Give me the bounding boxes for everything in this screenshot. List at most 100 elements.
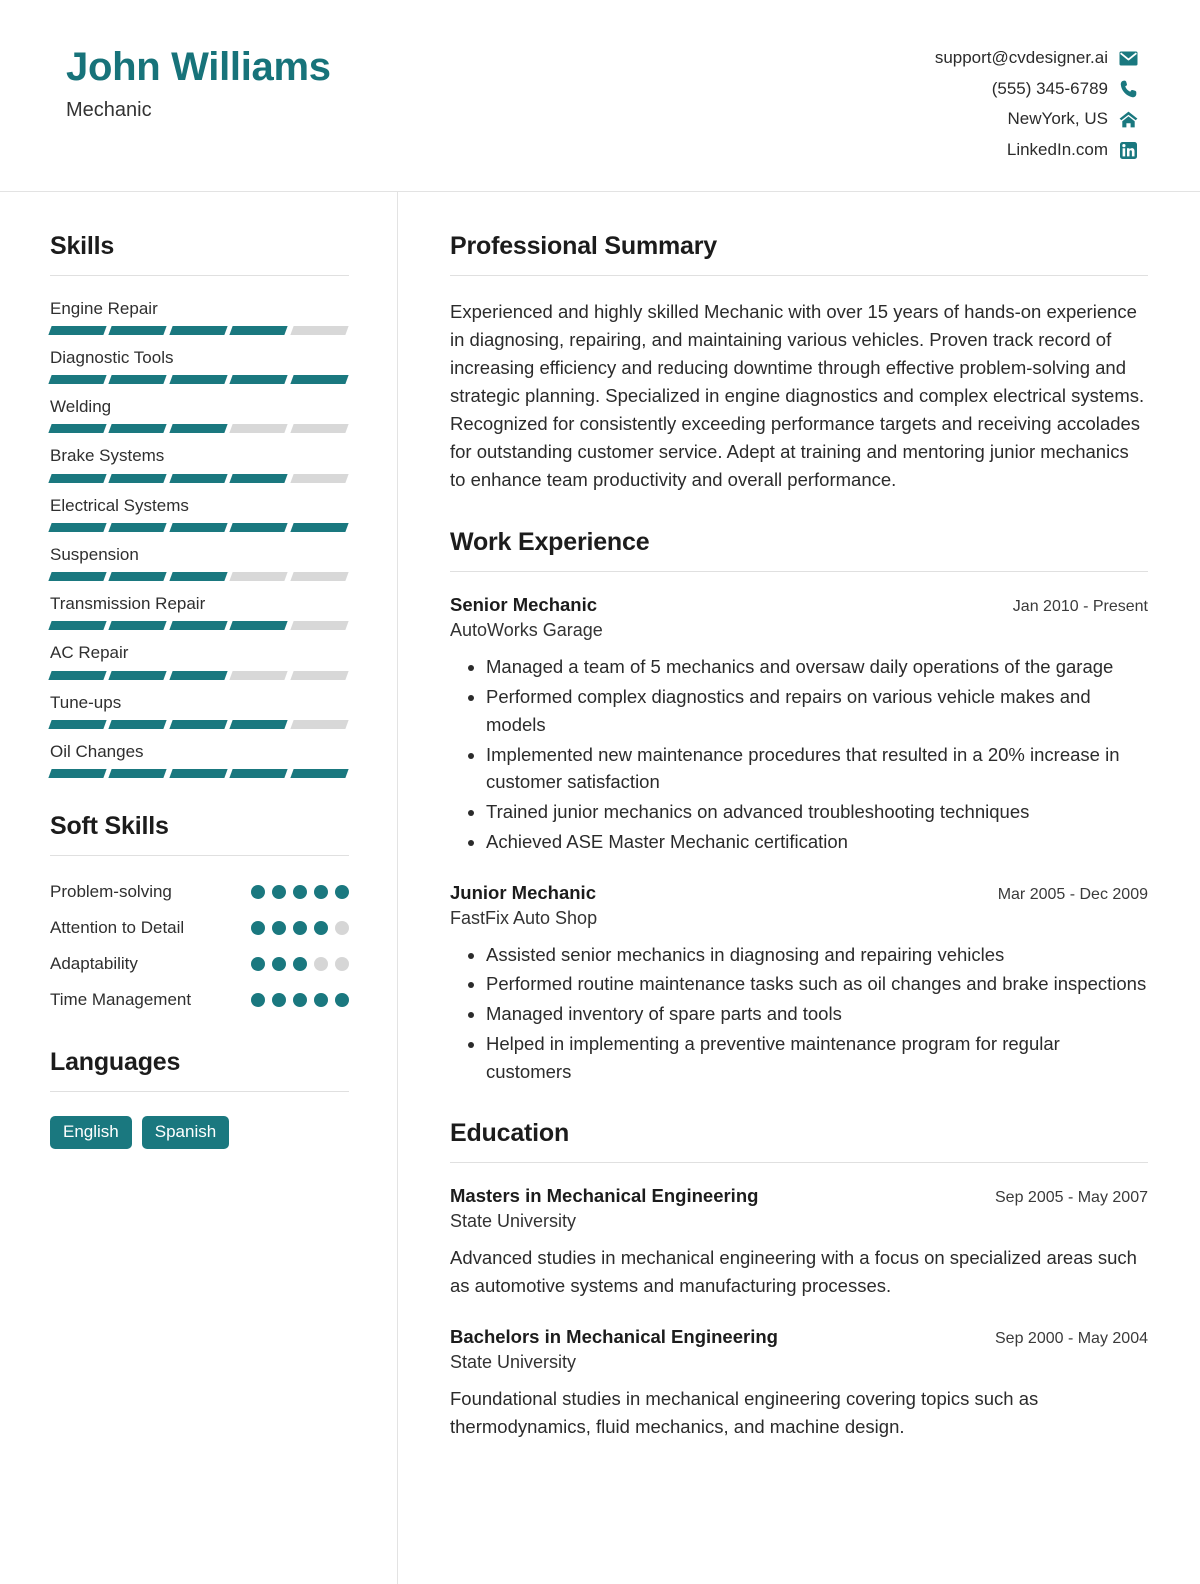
skill-level-bar — [48, 572, 349, 582]
skill-level-segment — [169, 769, 228, 779]
experience-bullet: Assisted senior mechanics in diagnosing … — [486, 941, 1148, 969]
experience-company: AutoWorks Garage — [450, 620, 603, 641]
rating-dot — [272, 885, 286, 900]
contact-location: NewYork, US — [1008, 107, 1138, 132]
rating-dot — [314, 993, 328, 1008]
section-education: Education Masters in Mechanical Engineer… — [450, 1119, 1148, 1440]
education-description: Foundational studies in mechanical engin… — [450, 1387, 1039, 1437]
rating-dot — [335, 885, 349, 900]
soft-skill-label: Adaptability — [50, 954, 138, 974]
skill-level-segment — [169, 522, 228, 532]
skill-item: Transmission Repair — [48, 593, 349, 631]
skill-level-segment — [108, 621, 168, 631]
rating-dot — [314, 957, 328, 972]
section-skills: Skills Engine Repair Diagnostic Tools Weld… — [48, 231, 349, 779]
skill-level-segment — [289, 670, 349, 680]
education-entry: Bachelors in Mechanical Engineering Sep 2… — [450, 1326, 1148, 1441]
skill-level-segment — [169, 572, 228, 582]
resume-header: John Williams Mechanic support@cvdesigne… — [0, 0, 1200, 192]
experience-bullet: Helped in implementing a preventive main… — [486, 1030, 1148, 1086]
section-divider — [450, 571, 1148, 573]
skill-item: Brake Systems — [48, 445, 349, 483]
experience-bullet: Implemented new maintenance procedures t… — [486, 741, 1148, 797]
skill-level-segment — [169, 719, 228, 729]
section-divider — [450, 274, 1148, 276]
skill-level-segment — [229, 572, 289, 582]
skill-item: Engine Repair — [48, 298, 349, 335]
experience-entry-header: Junior Mechanic Mar 2005 - Dec 2009 — [450, 882, 1148, 904]
skill-level-segment — [289, 375, 349, 385]
skill-level-bar — [48, 325, 349, 335]
experience-date-range: Jan 2010 - Present — [1012, 598, 1148, 616]
section-divider — [50, 855, 349, 857]
section-skills-title: Skills — [50, 231, 115, 260]
contact-email[interactable]: support@cvdesigner.ai — [935, 46, 1138, 71]
skill-level-segment — [169, 375, 228, 385]
soft-skill-item: Time Management — [50, 986, 349, 1014]
candidate-name: John Williams — [66, 45, 331, 89]
education-degree: Masters in Mechanical Engineering — [450, 1185, 759, 1207]
experience-entry-header: Senior Mechanic Jan 2010 - Present — [450, 594, 1148, 616]
education-description: Advanced studies in mechanical engineeri… — [450, 1247, 1137, 1297]
experience-bullet: Managed inventory of spare parts and too… — [486, 1000, 1148, 1028]
experience-bullet: Performed routine maintenance tasks such… — [486, 970, 1148, 998]
soft-skill-rating — [251, 914, 349, 936]
skill-item: Suspension — [48, 544, 349, 582]
skill-level-segment — [289, 522, 349, 532]
skill-level-segment — [169, 424, 228, 434]
skill-level-segment — [108, 424, 168, 434]
skill-level-segment — [169, 325, 228, 335]
rating-dot — [272, 993, 286, 1008]
contact-list: support@cvdesigner.ai (555) 345-6789 New… — [935, 40, 1138, 163]
rating-dot — [335, 993, 349, 1008]
section-soft-skills: Soft Skills Problem-solving Attention to … — [50, 812, 349, 1014]
education-entry-header: Bachelors in Mechanical Engineering Sep 2… — [450, 1326, 1148, 1348]
contact-linkedin[interactable]: LinkedIn.com — [1007, 138, 1138, 163]
education-date-range: Sep 2005 - May 2007 — [995, 1189, 1148, 1207]
skill-level-segment — [108, 769, 168, 779]
skill-level-segment — [289, 473, 349, 483]
skill-level-segment — [169, 670, 228, 680]
rating-dot — [293, 921, 307, 936]
section-professional-summary: Professional Summary Experienced and hig… — [450, 232, 1148, 495]
experience-bullet: Trained junior mechanics on advanced tro… — [486, 798, 1148, 826]
skill-level-bar — [48, 424, 349, 434]
skill-level-bar — [48, 621, 349, 631]
skill-level-segment — [48, 424, 108, 434]
soft-skill-label: Attention to Detail — [50, 918, 185, 938]
education-entry-header: Masters in Mechanical Engineering Sep 200… — [450, 1185, 1148, 1207]
skill-level-segment — [48, 769, 108, 779]
linkedin-icon — [1118, 141, 1138, 159]
section-divider — [50, 1091, 349, 1093]
skill-level-segment — [48, 719, 108, 729]
skill-label: Suspension — [50, 544, 139, 564]
rating-dot — [314, 885, 328, 900]
home-icon — [1118, 111, 1138, 129]
contact-phone-value: (555) 345-6789 — [991, 78, 1108, 98]
rating-dot — [314, 921, 328, 936]
contact-phone[interactable]: (555) 345-6789 — [992, 77, 1138, 102]
skill-label: AC Repair — [50, 643, 129, 663]
skill-level-bar — [48, 375, 349, 385]
education-school: State University — [450, 1351, 577, 1372]
skill-level-segment — [229, 325, 289, 335]
rating-dot — [293, 993, 307, 1008]
language-chip[interactable]: Spanish — [141, 1116, 230, 1150]
section-soft-skills-title: Soft Skills — [50, 812, 169, 841]
skill-level-segment — [108, 375, 168, 385]
candidate-job-title: Mechanic — [66, 99, 152, 122]
skill-item: Electrical Systems — [48, 495, 349, 532]
language-chip[interactable]: English — [50, 1116, 132, 1150]
skill-label: Brake Systems — [50, 446, 165, 466]
soft-skill-rating — [251, 986, 349, 1008]
rating-dot — [335, 921, 349, 936]
skill-level-segment — [108, 572, 168, 582]
skill-level-bar — [48, 473, 349, 483]
skill-list: Engine Repair Diagnostic Tools Welding Brak… — [48, 298, 349, 779]
rating-dot — [335, 957, 349, 972]
skill-label: Electrical Systems — [50, 495, 189, 515]
skill-level-segment — [229, 621, 289, 631]
skill-level-segment — [229, 769, 289, 779]
summary-text: Experienced and highly skilled Mechanic … — [450, 300, 1145, 491]
experience-entry: Senior Mechanic Jan 2010 - Present AutoWor… — [450, 594, 1148, 855]
